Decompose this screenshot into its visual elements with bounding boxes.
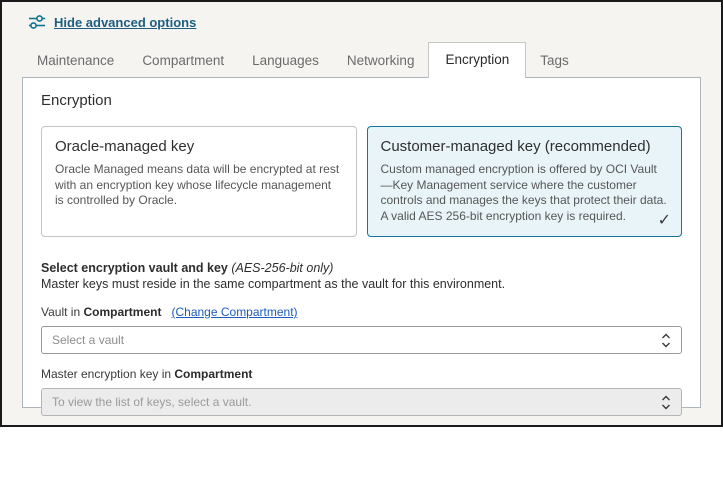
key-choice-cards: Oracle-managed key Oracle Managed means … <box>41 126 682 237</box>
vault-section-heading: Select encryption vault and key (AES-256… <box>41 260 682 276</box>
tab-networking[interactable]: Networking <box>333 44 429 78</box>
change-compartment-link[interactable]: (Change Compartment) <box>171 305 297 319</box>
tab-bar: Maintenance Compartment Languages Networ… <box>22 42 701 78</box>
section-title: Encryption <box>41 92 112 109</box>
vault-field-label: Vault in Compartment (Change Compartment) <box>41 305 682 319</box>
tab-encryption[interactable]: Encryption <box>428 42 527 78</box>
vault-select[interactable]: Select a vault <box>41 326 682 354</box>
vault-select-placeholder: Select a vault <box>52 333 125 347</box>
tab-languages[interactable]: Languages <box>238 44 333 78</box>
master-key-label-compartment: Compartment <box>174 367 253 381</box>
screenshot-frame: Hide advanced options Maintenance Compar… <box>0 0 723 427</box>
tab-tags[interactable]: Tags <box>526 44 583 78</box>
hide-advanced-options-link[interactable]: Hide advanced options <box>54 15 196 30</box>
select-chevrons-icon <box>661 395 671 410</box>
tab-maintenance[interactable]: Maintenance <box>23 44 128 78</box>
customer-managed-key-card[interactable]: Customer-managed key (recommended) Custo… <box>366 126 682 237</box>
vault-section-heading-text: Select encryption vault and key <box>41 261 228 275</box>
tab-compartment[interactable]: Compartment <box>128 44 238 78</box>
select-chevrons-icon <box>661 333 671 348</box>
card-title: Customer-managed key (recommended) <box>380 138 651 155</box>
oracle-managed-key-card[interactable]: Oracle-managed key Oracle Managed means … <box>41 126 357 237</box>
master-key-field-label: Master encryption key in Compartment <box>41 367 682 381</box>
card-description: Oracle Managed means data will be encryp… <box>55 162 340 207</box>
vault-section-subtext: Master keys must reside in the same comp… <box>41 277 506 291</box>
card-title: Oracle-managed key <box>55 138 195 155</box>
advanced-options-row: Hide advanced options <box>28 14 721 30</box>
sliders-icon <box>28 14 46 30</box>
master-key-label-prefix: Master encryption key in <box>41 367 175 381</box>
master-key-select-placeholder: To view the list of keys, select a vault… <box>52 395 252 409</box>
vault-label-prefix: Vault in <box>41 305 84 319</box>
selected-check-icon: ✓ <box>657 212 671 229</box>
vault-label-compartment: Compartment <box>83 305 162 319</box>
encryption-panel: Encryption Oracle-managed key Oracle Man… <box>22 77 701 416</box>
vault-section-heading-note: (AES-256-bit only) <box>227 261 334 275</box>
master-key-select[interactable]: To view the list of keys, select a vault… <box>41 388 682 416</box>
card-description: Custom managed encryption is offered by … <box>380 162 667 223</box>
